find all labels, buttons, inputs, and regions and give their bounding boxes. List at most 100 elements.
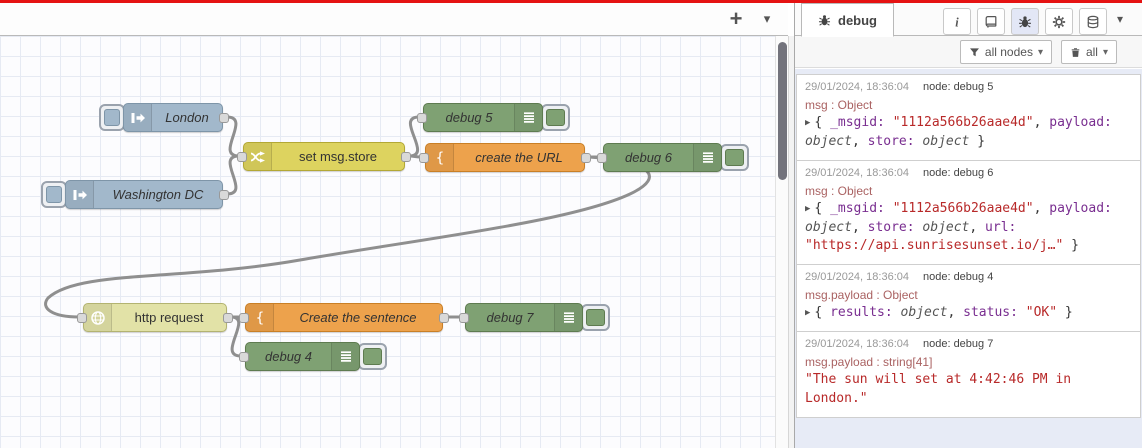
message-property-path: msg.payload : Object <box>805 288 918 303</box>
debug-5-input-port[interactable] <box>417 113 427 123</box>
payload-segment: "https://api.sunrisesunset.io/j…" <box>805 238 1064 254</box>
create-the-sentence-input-port[interactable] <box>239 313 249 323</box>
debug-message[interactable]: 29/01/2024, 18:36:04 node: debug 7 msg.pay… <box>796 331 1141 418</box>
debug-message-list[interactable]: 29/01/2024, 18:36:04 node: debug 5 msg : O… <box>795 69 1142 448</box>
http-request-input-port[interactable] <box>77 313 87 323</box>
payload-segment: object <box>805 219 852 235</box>
wire-set-msg-store-to-debug-5[interactable] <box>407 115 421 158</box>
expand-caret-icon[interactable]: ▶ <box>805 204 810 214</box>
node-label: London <box>165 110 209 125</box>
chevron-down-icon: ▾ <box>1102 46 1108 58</box>
washington-dc-inject-button[interactable] <box>41 181 67 208</box>
expand-caret-icon[interactable]: ▶ <box>805 308 810 318</box>
payload-segment: payload: <box>1049 200 1112 216</box>
london-output-port[interactable] <box>219 113 229 123</box>
set-msg-store-output-port[interactable] <box>401 152 411 162</box>
debug-7-toggle-button[interactable] <box>581 304 610 331</box>
sidebar-button-bug[interactable] <box>1011 8 1039 35</box>
london-inject-button[interactable] <box>99 104 125 131</box>
debug-5-toggle-button[interactable] <box>541 104 570 131</box>
create-the-sentence-output-port[interactable] <box>439 313 449 323</box>
message-property-path: msg : Object <box>805 183 873 198</box>
sidebar-button-database[interactable] <box>1079 8 1107 35</box>
globe-icon <box>84 304 112 331</box>
node-washington-dc[interactable]: Washington DC <box>65 180 223 209</box>
sidebar-button-info[interactable] <box>943 8 971 35</box>
http-request-output-port[interactable] <box>223 313 233 323</box>
node-debug-7[interactable]: debug 7 <box>465 303 583 332</box>
add-flow-button[interactable]: + <box>722 5 750 33</box>
node-label: set msg.store <box>298 149 378 164</box>
debug-message[interactable]: 29/01/2024, 18:36:04 node: debug 4 msg.pay… <box>796 264 1141 333</box>
top-red-stripe <box>0 0 1142 3</box>
debug-4-input-port[interactable] <box>239 352 249 362</box>
message-payload-preview: "The sun will set at 4:42:46 PM in Londo… <box>805 371 1128 409</box>
payload-segment: "The sun will set at 4:42:46 PM in Londo… <box>805 372 1072 406</box>
message-payload-preview: ▶{ _msgid: "1112a566b26aae4d", payload: … <box>805 200 1128 257</box>
button-indicator <box>104 109 120 126</box>
payload-segment: , <box>947 305 964 321</box>
payload-segment: store: <box>867 219 923 235</box>
debug-clear-button[interactable]: all ▾ <box>1060 40 1117 64</box>
debug-filter-button[interactable]: all nodes ▾ <box>959 40 1052 64</box>
debug-sidebar: debug ▾ all nodes ▾ all ▾ 29/01/2024, 18… <box>794 3 1142 448</box>
debug-message[interactable]: 29/01/2024, 18:36:04 node: debug 6 msg : O… <box>796 159 1141 266</box>
wire-http-request-to-debug-4[interactable] <box>229 315 243 358</box>
node-http-request[interactable]: http request <box>83 303 227 332</box>
debug-message[interactable]: 29/01/2024, 18:36:04 node: debug 5 msg : O… <box>796 74 1141 161</box>
debug-4-toggle-button[interactable] <box>358 343 387 370</box>
list-icon <box>514 104 542 131</box>
flow-tabs-bar: + ▾ <box>0 3 788 36</box>
node-red-app: + ▾ London Washington DC set msg.store debu… <box>0 0 1142 448</box>
node-debug-5[interactable]: debug 5 <box>423 103 543 132</box>
payload-segment: results: <box>830 305 901 321</box>
washington-dc-output-port[interactable] <box>219 190 229 200</box>
node-create-the-sentence[interactable]: Create the sentence <box>245 303 443 332</box>
message-payload-preview: ▶ { results: object, status: "OK" } <box>805 304 1128 323</box>
list-icon <box>331 343 359 370</box>
message-timestamp: 29/01/2024, 18:36:04 <box>805 81 909 93</box>
payload-segment: , <box>1033 200 1050 216</box>
expand-caret-icon[interactable]: ▶ <box>805 118 810 128</box>
node-set-msg-store[interactable]: set msg.store <box>243 142 405 171</box>
bug-icon <box>1018 15 1032 29</box>
canvas-vertical-scrollbar[interactable] <box>775 36 788 448</box>
funnel-icon <box>969 47 980 58</box>
message-node-name: node: debug 7 <box>922 338 994 351</box>
tab-debug[interactable]: debug <box>801 3 894 37</box>
message-property-path: msg : Object <box>805 98 873 112</box>
node-create-the-url[interactable]: create the URL <box>425 143 585 172</box>
debug-6-toggle-button[interactable] <box>720 144 749 171</box>
wire-washington-dc-to-set-msg-store[interactable] <box>225 154 241 196</box>
node-debug-4[interactable]: debug 4 <box>245 342 360 371</box>
wire-london-to-set-msg-store[interactable] <box>225 115 241 158</box>
payload-segment: "OK" <box>1025 305 1058 321</box>
canvas-scrollbar-thumb[interactable] <box>778 42 787 180</box>
payload-segment: , <box>1033 115 1050 130</box>
flow-tabs-menu-chevron-icon[interactable]: ▾ <box>756 7 778 31</box>
set-msg-store-input-port[interactable] <box>237 152 247 162</box>
message-node-name: node: debug 4 <box>922 271 994 284</box>
payload-segment: object <box>805 133 852 149</box>
node-debug-6[interactable]: debug 6 <box>603 143 722 172</box>
node-london[interactable]: London <box>123 103 223 132</box>
button-indicator <box>586 309 605 326</box>
flow-canvas[interactable]: London Washington DC set msg.store debug 5 c… <box>0 36 775 448</box>
button-indicator <box>363 348 382 365</box>
sidebar-button-book[interactable] <box>977 8 1005 35</box>
debug-6-input-port[interactable] <box>597 153 607 163</box>
create-the-url-input-port[interactable] <box>419 153 429 163</box>
payload-segment: { <box>814 115 831 130</box>
sidebar-tabs-menu-chevron-icon[interactable]: ▾ <box>1117 12 1123 26</box>
payload-segment: { <box>814 305 831 321</box>
sidebar-tab-bar: debug ▾ <box>795 3 1142 37</box>
wire-layer <box>44 115 651 358</box>
create-the-url-output-port[interactable] <box>581 153 591 163</box>
sidebar-button-gear[interactable] <box>1045 8 1073 35</box>
payload-segment: object <box>922 219 970 235</box>
message-payload-preview: ▶{ _msgid: "1112a566b26aae4d", payload: … <box>805 114 1128 152</box>
curly-icon <box>426 144 454 171</box>
button-indicator <box>46 186 62 203</box>
sidebar-tool-buttons <box>943 8 1107 35</box>
debug-7-input-port[interactable] <box>459 313 469 323</box>
